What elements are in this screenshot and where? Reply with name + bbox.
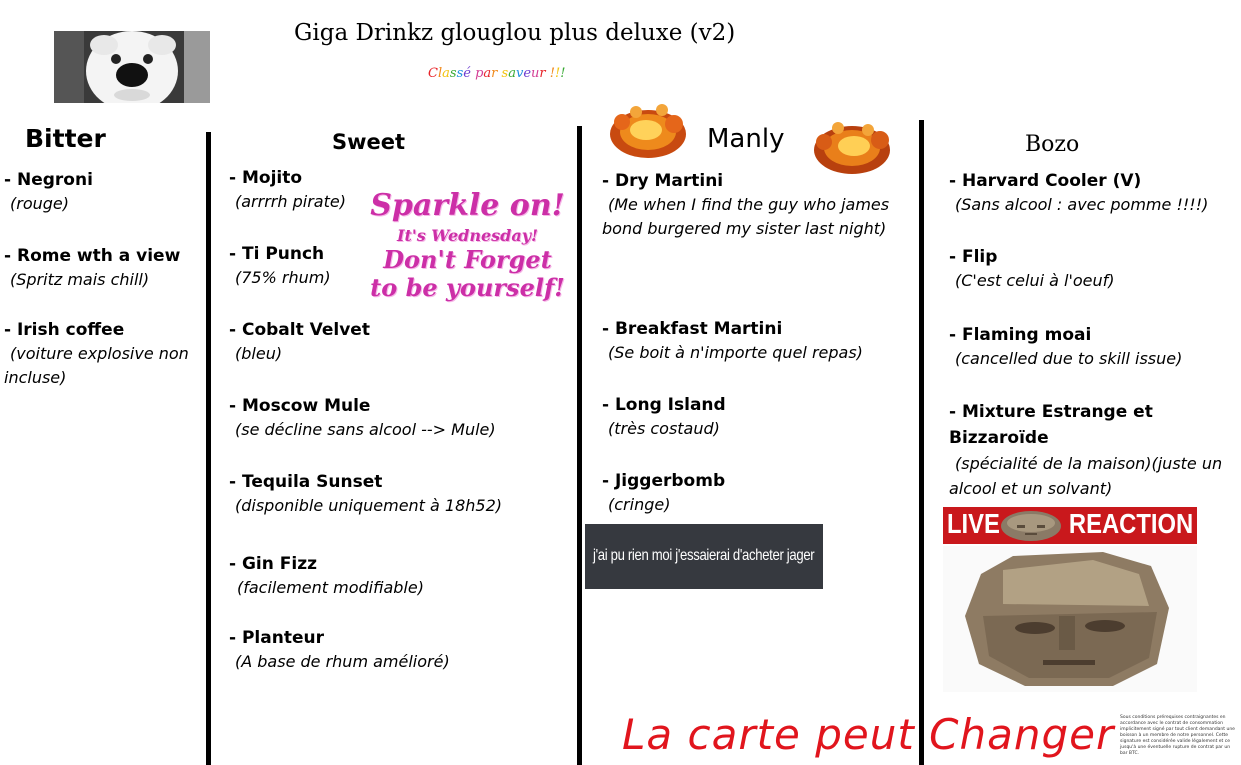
item-name: - Flaming moai <box>949 325 1092 345</box>
item-description: (C'est celui à l'oeuf) <box>955 271 1115 290</box>
sparkle-on-graphic: Sparkle on! It's Wednesday! Don't Forget… <box>360 186 575 302</box>
item-description: (se décline sans alcool --> Mule) <box>235 420 496 439</box>
menu-item: - Dry Martini (Me when I find the guy wh… <box>602 169 892 241</box>
stone-head-icon <box>999 509 1063 542</box>
menu-item: - Negroni (rouge) <box>4 168 204 216</box>
column-heading-bozo: Bozo <box>1025 132 1080 157</box>
sparkle-line: Sparkle on! <box>370 188 565 223</box>
item-description: (Spritz mais chill) <box>10 270 150 289</box>
item-name: - Mojito <box>229 168 303 188</box>
subtitle-letter: a <box>442 66 450 81</box>
subtitle-letter: p <box>475 66 484 81</box>
subtitle-letter: é <box>463 66 471 81</box>
footer-scribble: La carte peut Changer <box>622 710 1115 759</box>
menu-item: - Ti Punch (75% rhum) <box>229 242 331 290</box>
item-description: (bleu) <box>235 344 283 363</box>
menu-item: - Mixture Estrange et Bizzaroïde (spécia… <box>949 399 1229 501</box>
item-name: - Ti Punch <box>229 244 325 264</box>
item-description: (spécialité de la maison)(juste un alcoo… <box>949 454 1223 498</box>
item-description: (très costaud) <box>608 419 720 438</box>
item-name: - Tequila Sunset <box>229 472 383 492</box>
column-divider <box>206 132 211 765</box>
menu-item: - Rome wth a view (Spritz mais chill) <box>4 244 204 292</box>
item-name: - Rome wth a view <box>4 246 181 266</box>
subtitle-letter: s <box>456 66 464 81</box>
dog-photo <box>54 31 210 103</box>
fine-print: Sous conditions prérequises contraignant… <box>1120 715 1235 756</box>
column-heading-manly: Manly <box>707 124 785 154</box>
jager-caption: j'ai pu rien moi j'essaierai d'acheter j… <box>593 547 815 564</box>
sparkle-line: to be yourself! <box>370 273 565 302</box>
menu-item: - Planteur (A base de rhum amélioré) <box>229 626 450 674</box>
item-description: (facilement modifiable) <box>237 578 424 597</box>
item-name: - Long Island <box>602 395 726 415</box>
item-name: - Irish coffee <box>4 320 125 340</box>
item-description: (75% rhum) <box>235 268 331 287</box>
item-description: (voiture explosive non incluse) <box>4 344 189 387</box>
subtitle-letter: s <box>449 66 457 81</box>
menu-item: - Harvard Cooler (V) (Sans alcool : avec… <box>949 169 1234 217</box>
menu-item: - Irish coffee (voiture explosive non in… <box>4 318 204 390</box>
stone-head-icon <box>943 544 1197 694</box>
live-reaction-banner: LIVE REACTION <box>943 507 1197 544</box>
subtitle-letter: ! <box>560 66 566 81</box>
column-heading-bitter: Bitter <box>25 124 106 153</box>
sparkle-line: Don't Forget <box>383 245 552 274</box>
item-description: (arrrrh pirate) <box>235 192 346 211</box>
item-description: (Sans alcool : avec pomme !!!!) <box>955 195 1209 214</box>
explosion-icon <box>606 100 690 160</box>
menu-item: - Gin Fizz (facilement modifiable) <box>229 552 424 600</box>
menu-item: - Flip (C'est celui à l'oeuf) <box>949 245 1234 293</box>
item-description: (A base de rhum amélioré) <box>235 652 450 671</box>
menu-item: - Tequila Sunset (disponible uniquement … <box>229 470 502 518</box>
item-description: (cringe) <box>608 495 671 514</box>
menu-item: - Cobalt Velvet (bleu) <box>229 318 370 366</box>
menu-item: - Moscow Mule (se décline sans alcool --… <box>229 394 496 442</box>
menu-item: - Mojito (arrrrh pirate) <box>229 166 346 214</box>
menu-item: - Long Island (très costaud) <box>602 393 726 441</box>
subtitle-letter: a <box>508 66 516 81</box>
item-name: - Moscow Mule <box>229 396 371 416</box>
item-description: (disponible uniquement à 18h52) <box>235 496 503 515</box>
subtitle-letter: C <box>428 66 438 81</box>
item-name: - Flip <box>949 247 998 267</box>
subtitle-letter: s <box>501 66 509 81</box>
column-divider <box>919 120 924 765</box>
column-heading-sweet: Sweet <box>332 130 406 154</box>
page-title: Giga Drinkz glouglou plus deluxe (v2) <box>294 20 736 46</box>
item-name: - Harvard Cooler (V) <box>949 171 1142 191</box>
item-description: (cancelled due to skill issue) <box>955 349 1183 368</box>
item-name: - Planteur <box>229 628 324 648</box>
menu-item: - Jiggerbomb (cringe) <box>602 469 725 517</box>
menu-item: - Flaming moai (cancelled due to skill i… <box>949 323 1234 371</box>
jager-caption-box: j'ai pu rien moi j'essaierai d'acheter j… <box>585 524 823 589</box>
item-name: - Jiggerbomb <box>602 471 726 491</box>
page-subtitle: Classé par saveur !!! <box>428 66 565 81</box>
item-name: - Gin Fizz <box>229 554 318 574</box>
subtitle-letter: e <box>523 66 532 81</box>
item-name: - Cobalt Velvet <box>229 320 370 340</box>
item-name: - Dry Martini <box>602 171 724 191</box>
reaction-label: REACTION <box>1068 508 1193 539</box>
sparkle-line: It's Wednesday! <box>396 226 539 245</box>
item-name: - Mixture Estrange et Bizzaroïde <box>949 402 1153 448</box>
item-description: (rouge) <box>10 194 69 213</box>
subtitle-letter: v <box>515 66 524 81</box>
subtitle-letter: a <box>483 66 492 81</box>
column-divider <box>577 126 582 765</box>
subtitle-letter: u <box>531 66 540 81</box>
live-label: LIVE <box>947 508 1000 539</box>
item-name: - Breakfast Martini <box>602 319 783 339</box>
item-name: - Negroni <box>4 170 93 190</box>
item-description: (Se boit à n'importe quel repas) <box>608 343 863 362</box>
item-description: (Me when I find the guy who james bond b… <box>602 195 890 238</box>
menu-item: - Breakfast Martini (Se boit à n'importe… <box>602 317 863 365</box>
